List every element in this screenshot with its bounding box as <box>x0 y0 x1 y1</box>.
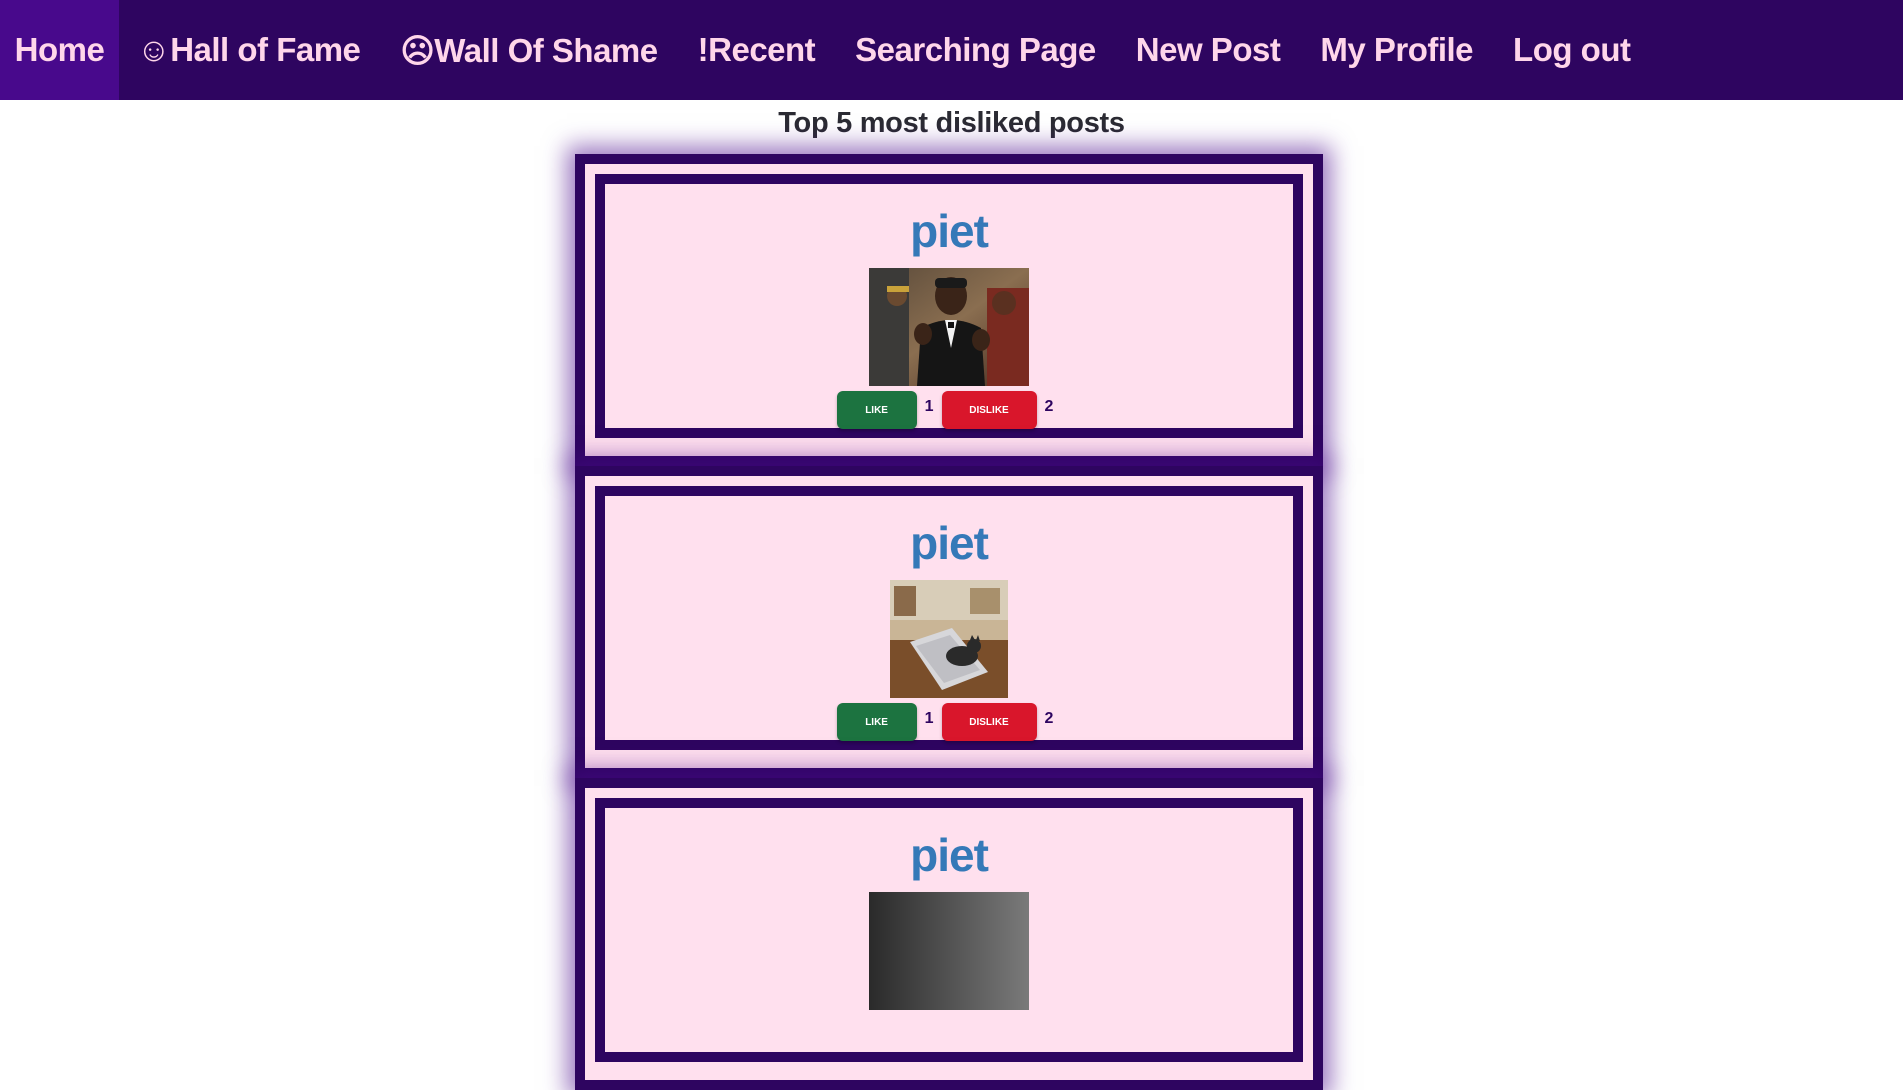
nav-item-recent[interactable]: !Recent <box>678 0 836 100</box>
nav-item-my-profile[interactable]: My Profile <box>1300 0 1493 100</box>
vote-row: LIKE 1 DISLIKE 2 <box>605 390 1293 430</box>
dislike-button[interactable]: DISLIKE <box>941 703 1037 741</box>
post-frame-inner: piet <box>595 486 1303 750</box>
post-author[interactable]: piet <box>605 206 1293 256</box>
post-content: piet <box>605 496 1293 742</box>
post-card: piet <box>575 778 1323 1090</box>
nav-item-hall-of-fame[interactable]: ☺Hall of Fame <box>119 0 380 100</box>
nav-item-log-out[interactable]: Log out <box>1493 0 1650 100</box>
post-frame-inner: piet <box>595 798 1303 1062</box>
dislike-count: 2 <box>1044 398 1054 415</box>
post-author[interactable]: piet <box>605 830 1293 880</box>
nav-item-searching-page[interactable]: Searching Page <box>835 0 1116 100</box>
post-frame: piet <box>585 788 1313 1080</box>
nav-item-new-post[interactable]: New Post <box>1116 0 1301 100</box>
photo-partial-image <box>869 892 1029 1010</box>
dislike-button[interactable]: DISLIKE <box>941 391 1037 429</box>
page-title: Top 5 most disliked posts <box>778 107 1125 139</box>
post-author[interactable]: piet <box>605 518 1293 568</box>
like-count: 1 <box>924 710 934 727</box>
photo-cat-on-laptop-image <box>890 580 1008 698</box>
dislike-count: 2 <box>1044 710 1054 727</box>
post-image <box>890 580 1008 698</box>
post-image <box>869 892 1029 1010</box>
post-frame: piet <box>585 476 1313 768</box>
top-navigation-bar: Home ☺Hall of Fame ☹Wall Of Shame !Recen… <box>0 0 1903 100</box>
post-card: piet <box>575 154 1323 466</box>
post-frame-inner: piet <box>595 174 1303 438</box>
photo-man-in-suit-image <box>869 268 1029 386</box>
post-content: piet <box>605 808 1293 1052</box>
like-button[interactable]: LIKE <box>836 391 917 429</box>
like-count: 1 <box>924 398 934 415</box>
nav-item-home[interactable]: Home <box>0 0 119 100</box>
post-feed: piet LIKE 1 DISLIKE 2 piet LIKE 1 DISLIK… <box>575 154 1323 1090</box>
post-image <box>869 268 1029 386</box>
like-button[interactable]: LIKE <box>836 703 917 741</box>
vote-row: LIKE 1 DISLIKE 2 <box>605 702 1293 742</box>
post-frame: piet <box>585 164 1313 456</box>
post-card: piet <box>575 466 1323 778</box>
post-content: piet <box>605 184 1293 430</box>
nav-item-wall-of-shame[interactable]: ☹Wall Of Shame <box>380 0 677 100</box>
